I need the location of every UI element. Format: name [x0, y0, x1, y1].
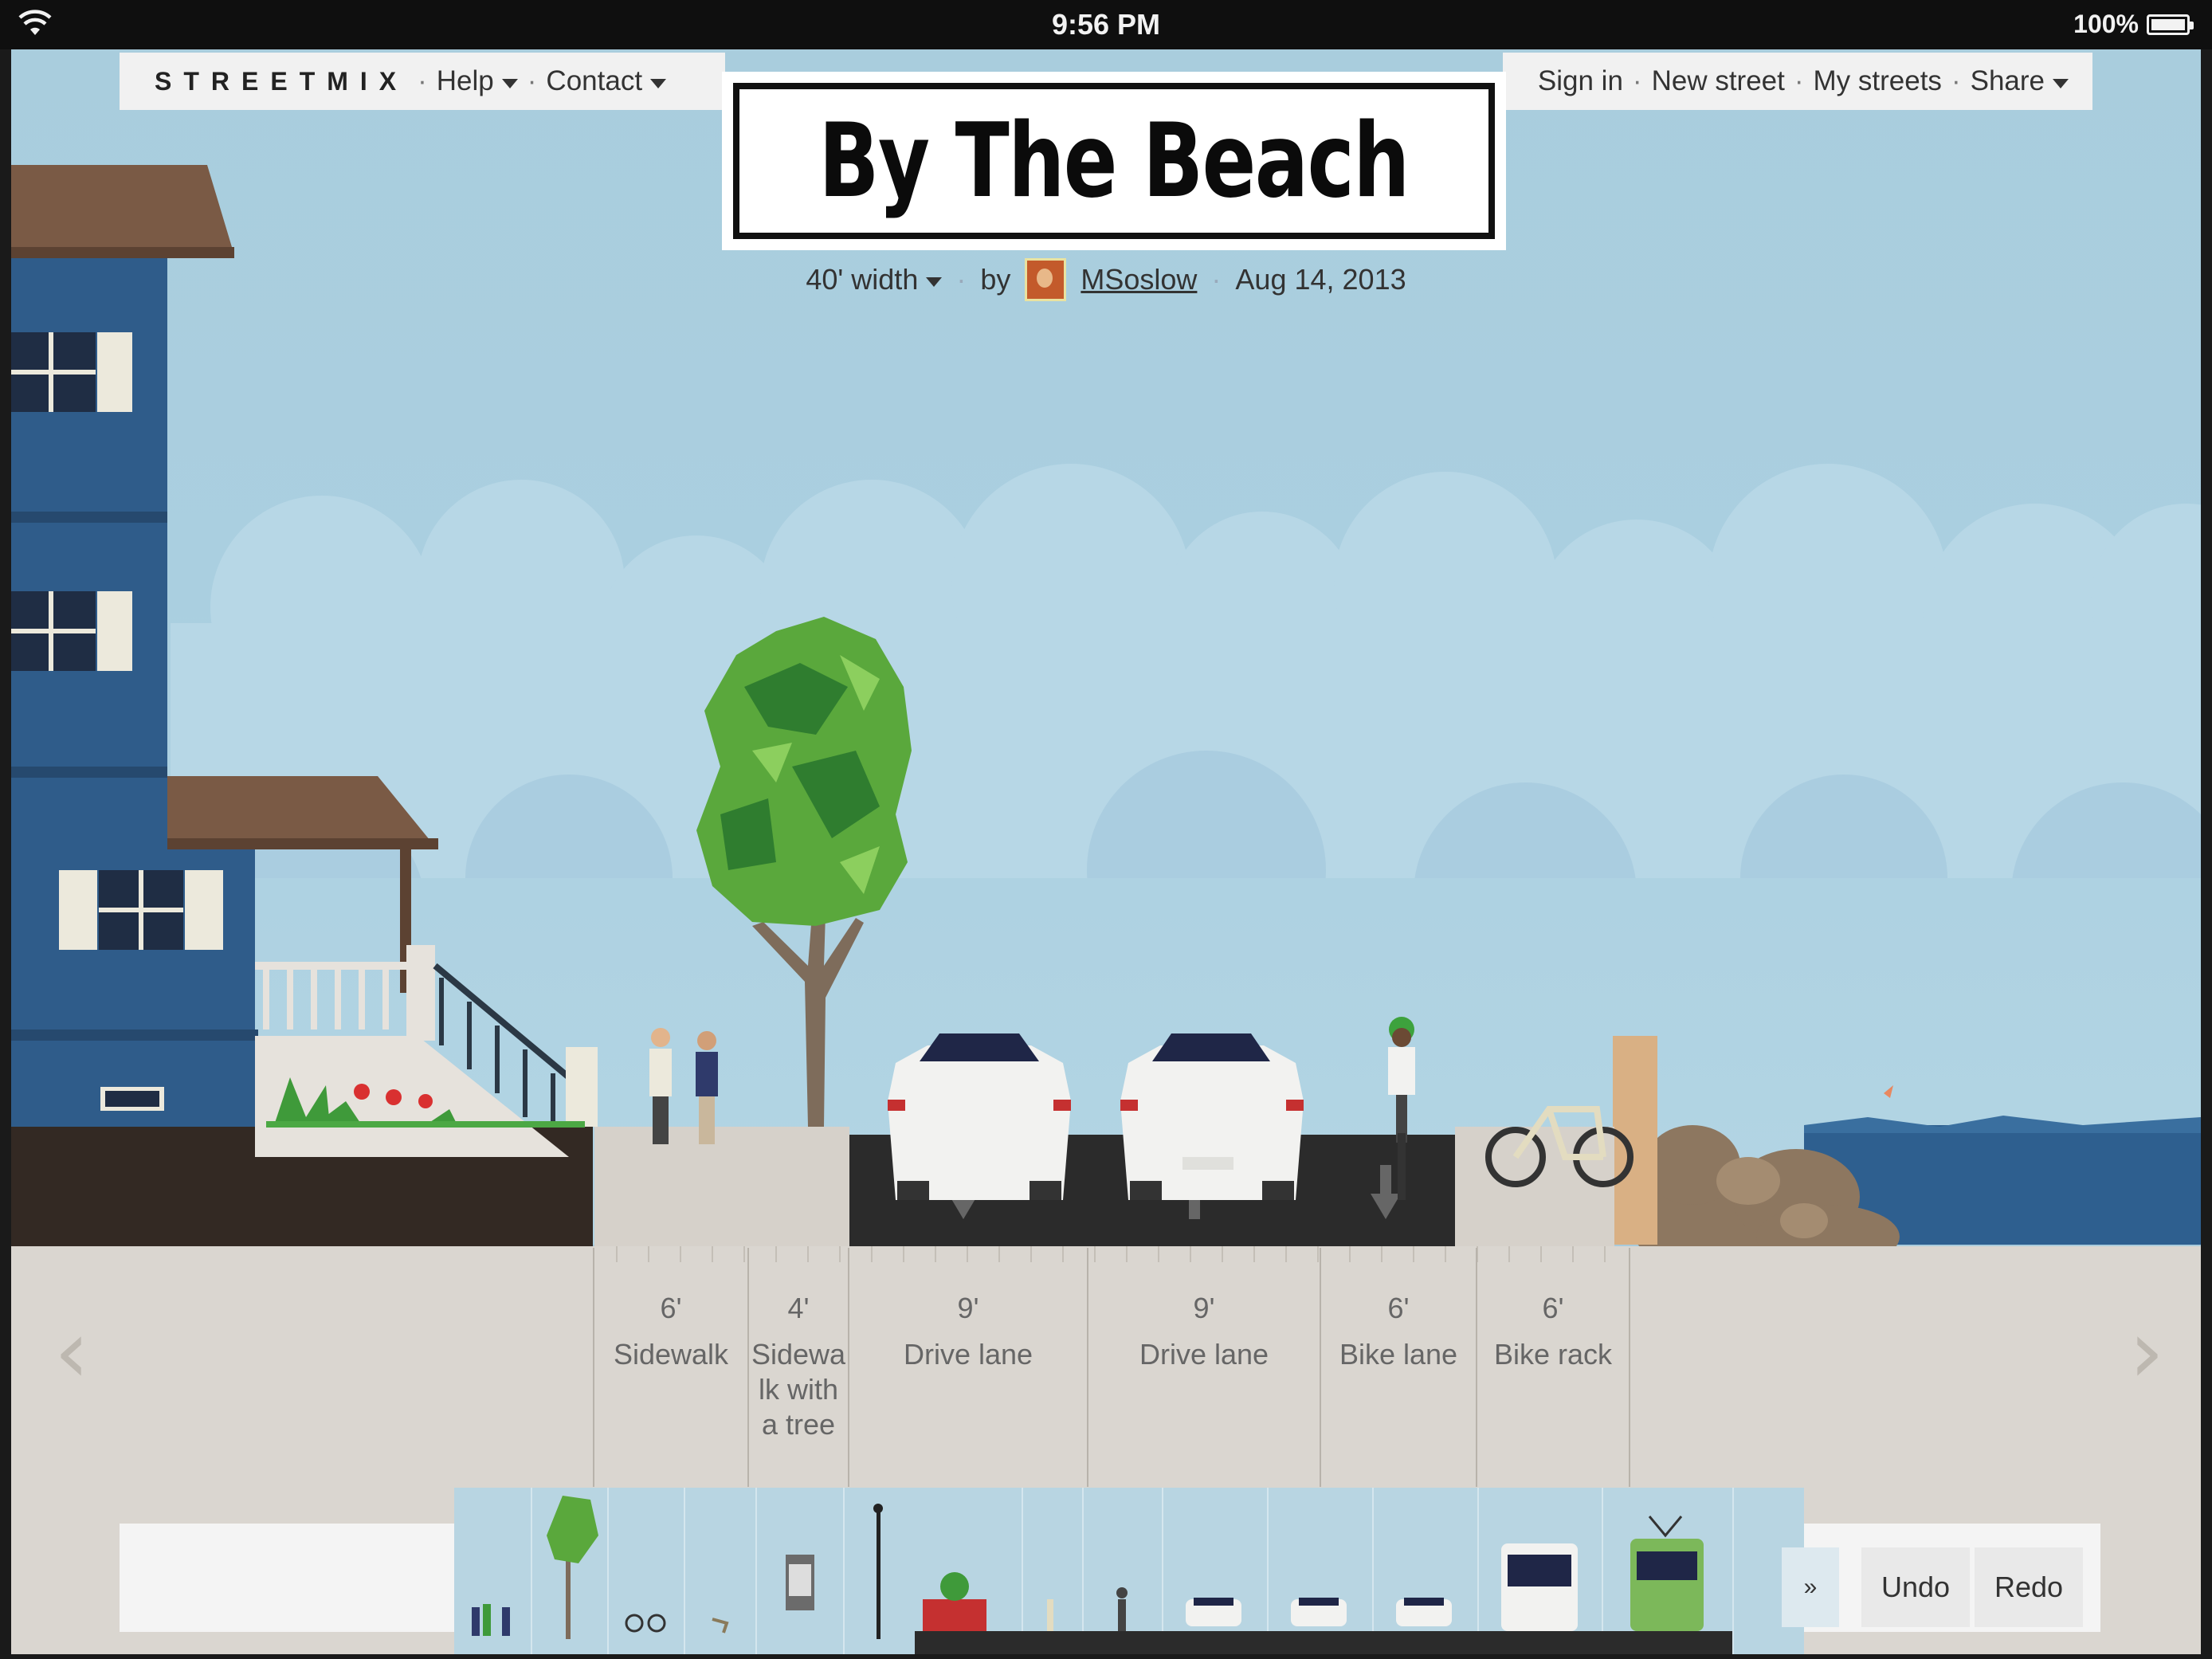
palette-item-sidewalk[interactable]: [454, 1488, 532, 1654]
palette-item-turn-lane[interactable]: [1267, 1488, 1374, 1654]
palette-item-bike-lane[interactable]: [1082, 1488, 1163, 1654]
segment-bike-lane[interactable]: 6' Bike lane: [1321, 1291, 1476, 1372]
status-time: 9:56 PM: [1051, 8, 1161, 41]
author-link[interactable]: MSoslow: [1081, 263, 1197, 296]
car-icon: [1372, 1598, 1477, 1654]
chevron-down-icon: [926, 277, 943, 287]
street-lamp-icon: [873, 1504, 883, 1639]
redo-button[interactable]: Redo: [1975, 1547, 2083, 1627]
street-name-sign[interactable]: By The Beach: [722, 72, 1506, 250]
battery-percent: 100%: [2073, 10, 2139, 38]
scroll-left-icon[interactable]: ‹: [54, 1300, 89, 1402]
palette-item-drive-lane[interactable]: [1162, 1488, 1269, 1654]
segment-sidewalk-with-tree[interactable]: 4' Sidewa lk with a tree: [749, 1291, 848, 1442]
avatar: [1025, 258, 1067, 301]
pedestrians-icon: [472, 1604, 510, 1636]
palette-item-light-rail[interactable]: [1602, 1488, 1734, 1654]
status-bar: 9:56 PM 100%: [0, 0, 2212, 49]
bench-icon: [712, 1618, 729, 1634]
street-date: Aug 14, 2013: [1235, 263, 1406, 296]
car-turn-icon: [1267, 1598, 1372, 1654]
bicycle-icon: [625, 1614, 666, 1633]
by-label: by: [980, 263, 1011, 296]
sign-in-link[interactable]: Sign in: [1538, 65, 1623, 97]
ruler-ticks: [616, 1246, 1606, 1262]
segment-drive-lane[interactable]: 9' Drive lane: [1088, 1291, 1320, 1372]
contact-menu[interactable]: Contact: [546, 65, 667, 97]
newspaper-box-icon: [786, 1555, 814, 1610]
segment-divider: [1629, 1248, 1630, 1487]
chevron-down-icon: [2053, 79, 2069, 88]
car-icon: [1162, 1598, 1267, 1654]
segment-bike-rack[interactable]: 6' Bike rack: [1477, 1291, 1629, 1372]
palette-item-bike-rack[interactable]: [607, 1488, 685, 1654]
scroll-right-icon[interactable]: ›: [2129, 1300, 2164, 1402]
palette-item-planter[interactable]: [915, 1488, 1023, 1654]
chevron-down-icon: [501, 79, 518, 88]
street-width-menu[interactable]: 40' width: [806, 263, 943, 296]
palette-item-bollard[interactable]: [1022, 1488, 1084, 1654]
segment-palette: [454, 1488, 1804, 1654]
palette-item-bus-lane[interactable]: [1477, 1488, 1603, 1654]
palette-item-tree[interactable]: [531, 1488, 609, 1654]
bus-icon: [1477, 1543, 1602, 1654]
palette-more-button[interactable]: »: [1782, 1547, 1839, 1627]
new-street-link[interactable]: New street: [1652, 65, 1785, 97]
share-menu[interactable]: Share: [1971, 65, 2069, 97]
streetcar-icon: [1602, 1516, 1732, 1654]
my-streets-link[interactable]: My streets: [1814, 65, 1942, 97]
help-menu[interactable]: Help: [437, 65, 518, 97]
palette-item-street-lamp[interactable]: [843, 1488, 916, 1654]
streetmix-logo[interactable]: STREETMIX: [155, 67, 408, 96]
palette-item-bench[interactable]: [684, 1488, 757, 1654]
top-right-menubar: Sign in · New street · My streets · Shar…: [1503, 53, 2092, 110]
undo-button[interactable]: Undo: [1861, 1547, 1970, 1627]
cyclist-icon: [1082, 1587, 1162, 1654]
tree-icon: [547, 1496, 598, 1639]
top-left-menubar: STREETMIX · Help · Contact: [120, 53, 725, 110]
bollard-icon: [1022, 1599, 1082, 1654]
app-frame: STREETMIX · Help · Contact Sign in · New…: [11, 49, 2201, 1654]
palette-item-newspaper-box[interactable]: [755, 1488, 845, 1654]
street-title: By The Beach: [818, 101, 1410, 221]
street-meta: 40' width · by MSoslow · Aug 14, 2013: [11, 258, 2201, 301]
segment-drive-lane[interactable]: 9' Drive lane: [849, 1291, 1087, 1372]
chevron-down-icon: [650, 79, 667, 88]
segment-sidewalk[interactable]: 6' Sidewalk: [594, 1291, 747, 1372]
battery-indicator: 100%: [2073, 10, 2194, 39]
palette-item-parking-lane[interactable]: [1372, 1488, 1479, 1654]
battery-icon: [2147, 14, 2194, 35]
planter-icon: [915, 1572, 1022, 1654]
